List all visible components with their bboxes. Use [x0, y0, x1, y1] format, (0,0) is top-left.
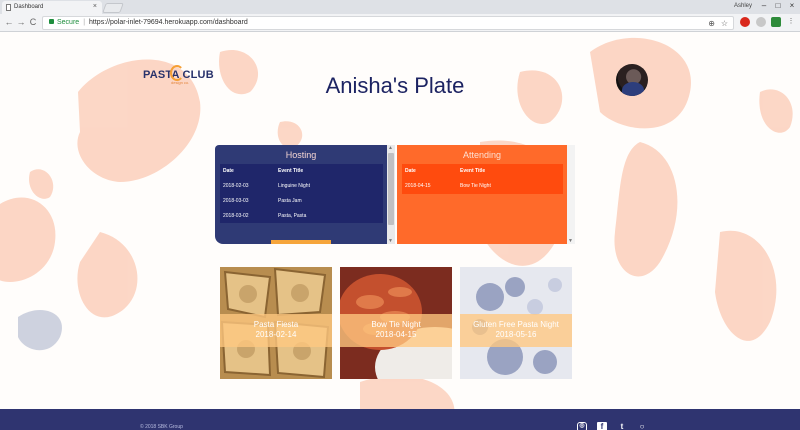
card-title: Bow Tie Night	[371, 320, 421, 329]
browser-tab-bar: Dashboard × Ashley – □ ×	[0, 0, 800, 14]
browser-menu-icon[interactable]: ⋮	[786, 17, 796, 27]
back-icon[interactable]: ←	[4, 17, 14, 27]
avatar-figure	[622, 82, 644, 96]
hosting-table: Date Event Title 2018-02-03 Linguine Nig…	[220, 164, 383, 223]
opera-extension-icon[interactable]	[740, 17, 750, 27]
lock-icon	[49, 19, 54, 24]
event-date: 2018-04-15	[405, 183, 431, 189]
browser-tab[interactable]: Dashboard ×	[2, 1, 102, 14]
event-card[interactable]: Pasta Fiesta 2018-02-14	[220, 267, 332, 379]
event-card[interactable]: Gluten Free Pasta Night 2018-05-16	[460, 267, 572, 379]
attending-scrollbar[interactable]: ▼	[567, 145, 575, 244]
card-title: Pasta Fiesta	[253, 320, 299, 329]
extension-icon[interactable]	[756, 17, 766, 27]
table-row[interactable]: 2018-03-02 Pasta, Pasta	[220, 208, 383, 223]
date-column-header: Date	[223, 168, 234, 174]
card-caption: Gluten Free Pasta Night 2018-05-16	[460, 314, 572, 347]
dashboard-page: PASTA CLUB design co. Anisha's Plate Hos…	[0, 32, 800, 430]
secure-label: Secure	[57, 19, 80, 26]
card-date: 2018-05-16	[495, 330, 537, 339]
event-title: Linguine Night	[278, 182, 310, 189]
new-tab-button[interactable]	[102, 3, 124, 13]
hosting-scrollbar[interactable]: ▲ ▼	[387, 145, 395, 244]
url-separator: |	[83, 19, 86, 26]
browser-toolbar: ← → C Secure | https://polar-inlet-79694.h…	[0, 14, 800, 32]
card-caption: Pasta Fiesta 2018-02-14	[220, 314, 332, 347]
title-column-header: Event Title	[460, 168, 486, 174]
scroll-down-icon[interactable]: ▼	[568, 238, 573, 244]
address-bar[interactable]: Secure | https://polar-inlet-79694.herokua…	[42, 16, 734, 30]
page-title: Anisha's Plate	[325, 73, 465, 98]
scroll-down-icon[interactable]: ▼	[388, 238, 393, 244]
table-header-row: Date Event Title	[402, 164, 563, 178]
url-text: https://polar-inlet-79694.herokuapp.com/…	[89, 19, 248, 26]
attending-panel: Attending Date Event Title 2018-04-15 Bo…	[397, 145, 567, 244]
date-column-header: Date	[405, 168, 416, 174]
title-column-header: Event Title	[278, 168, 304, 174]
event-title: Pasta, Pasta	[278, 212, 307, 219]
event-card[interactable]: Bow Tie Night 2018-04-15	[340, 267, 452, 379]
card-caption: Bow Tie Night 2018-04-15	[340, 314, 452, 347]
hosting-panel: Hosting Date Event Title 2018-02-03 Ling…	[215, 145, 387, 244]
tab-title: Dashboard	[14, 4, 44, 10]
instagram-icon[interactable]: ◎	[577, 422, 587, 430]
hosting-heading: Hosting	[285, 150, 317, 160]
bookmark-star-icon[interactable]: ☆	[721, 19, 728, 28]
reload-icon[interactable]: C	[28, 17, 38, 27]
profile-name[interactable]: Ashley	[734, 3, 752, 9]
facebook-icon[interactable]: f	[597, 422, 607, 430]
tab-close-icon[interactable]: ×	[93, 3, 97, 10]
event-date: 2018-03-02	[223, 212, 249, 219]
minimize-button[interactable]: –	[758, 1, 770, 10]
table-header-row: Date Event Title	[220, 164, 383, 178]
avatar[interactable]	[616, 64, 648, 96]
zoom-icon[interactable]: ⊕	[708, 19, 715, 28]
event-title: Pasta Jam	[278, 197, 302, 204]
event-date: 2018-03-03	[223, 197, 249, 204]
site-footer: © 2018 SBK Group ◎ f t ○	[0, 409, 800, 430]
copyright-text: © 2018 SBK Group	[140, 424, 183, 430]
twitter-icon[interactable]: t	[617, 422, 627, 430]
github-icon[interactable]: ○	[637, 422, 647, 430]
hosting-accent-tab	[271, 240, 331, 244]
scroll-up-icon[interactable]: ▲	[388, 145, 393, 151]
card-title: Gluten Free Pasta Night	[473, 320, 559, 329]
table-row[interactable]: 2018-02-03 Linguine Night	[220, 178, 383, 193]
scroll-thumb[interactable]	[388, 153, 394, 225]
table-row[interactable]: 2018-04-15 Bow Tie Night	[402, 178, 563, 194]
event-title: Bow Tie Night	[460, 183, 491, 189]
attending-heading: Attending	[462, 150, 502, 160]
forward-icon[interactable]: →	[16, 17, 26, 27]
card-date: 2018-04-15	[375, 330, 417, 339]
card-date: 2018-02-14	[255, 330, 297, 339]
attending-table: Date Event Title 2018-04-15 Bow Tie Nigh…	[402, 164, 563, 194]
page-icon	[6, 4, 11, 11]
event-date: 2018-02-03	[223, 182, 249, 189]
sheets-extension-icon[interactable]	[771, 17, 781, 27]
table-row[interactable]: 2018-03-03 Pasta Jam	[220, 193, 383, 208]
maximize-button[interactable]: □	[772, 1, 784, 10]
close-window-button[interactable]: ×	[786, 1, 798, 10]
